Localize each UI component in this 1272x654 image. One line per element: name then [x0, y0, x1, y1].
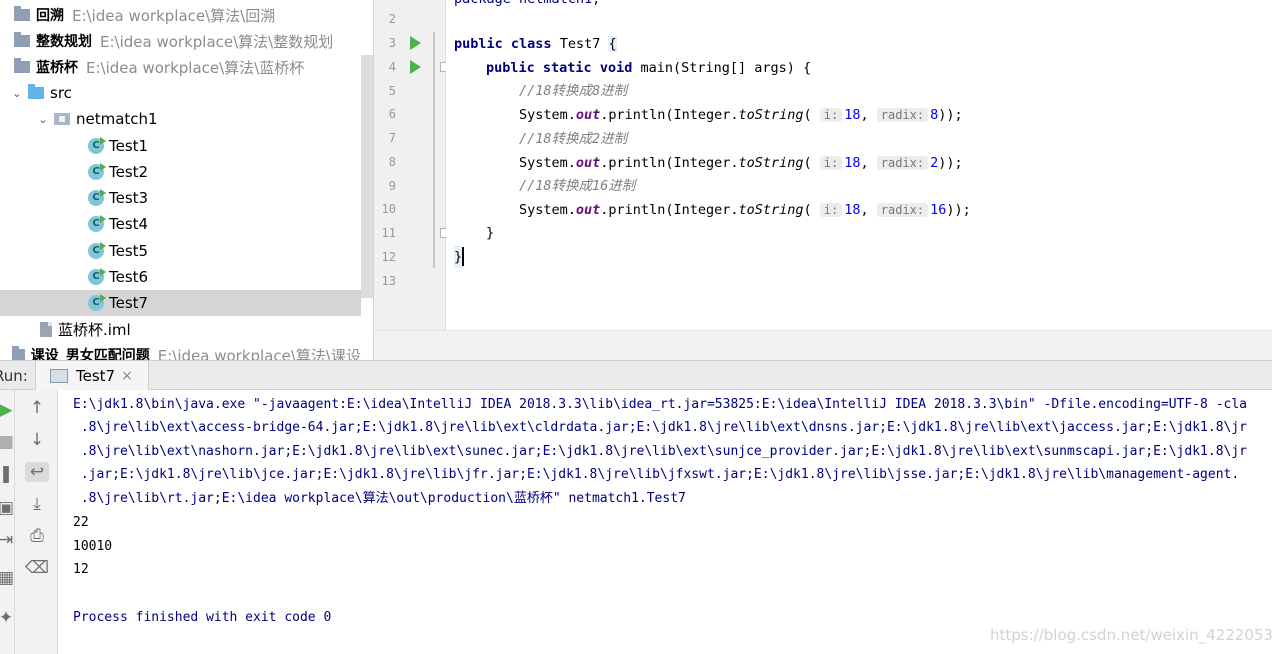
line-number: 13 — [381, 274, 396, 288]
tree-package[interactable]: ⌄ netmatch1 — [0, 106, 361, 132]
code-line-class-decl: public class Test7 { — [454, 36, 617, 52]
java-class-icon: C — [88, 215, 106, 232]
tree-iml-file[interactable]: 蓝桥杯.iml — [0, 316, 361, 342]
run-tool-header — [0, 360, 1272, 390]
code-comment: //18转换成8进制 — [519, 83, 628, 99]
console-command-line: .8\jre\lib\rt.jar;E:\idea workplace\算法\o… — [73, 491, 686, 506]
tree-class-item[interactable]: C Test2 — [0, 159, 361, 185]
run-toolbar-right: ↑ ↓ ↩ ⤓ ⎙ ⌫ — [15, 390, 58, 654]
editor-bottom-bar — [374, 330, 1272, 361]
close-icon[interactable]: × — [121, 368, 133, 384]
tree-class-item[interactable]: C Test5 — [0, 238, 361, 264]
module-folder-icon — [14, 32, 30, 47]
console-tab-icon — [50, 368, 68, 383]
soft-wrap-icon[interactable]: ↩ — [25, 462, 49, 482]
code-line-package: package netmatch1; — [454, 0, 600, 10]
arrow-up-icon[interactable]: ↑ — [25, 398, 49, 418]
print-icon[interactable]: ⎙ — [25, 526, 49, 546]
tree-class-item[interactable]: C Test6 — [0, 264, 361, 290]
java-class-icon: C — [88, 163, 106, 180]
console-output-line: 12 — [73, 562, 89, 577]
console-output-line: 22 — [73, 515, 89, 530]
code-line-main-decl: public static void main(String[] args) { — [486, 60, 812, 76]
arrow-down-icon[interactable]: ↓ — [25, 430, 49, 450]
line-number: 6 — [388, 107, 396, 121]
line-number: 12 — [381, 250, 396, 264]
run-class-icon[interactable] — [410, 36, 421, 50]
line-number: 3 — [388, 36, 396, 50]
module-folder-icon — [11, 346, 25, 360]
line-number: 8 — [388, 155, 396, 169]
watermark: https://blog.csdn.net/weixin_42220532 — [990, 626, 1272, 644]
scroll-to-end-icon[interactable]: ⤓ — [25, 494, 49, 514]
code-line-close-main: } — [486, 225, 495, 241]
console-output[interactable]: E:\jdk1.8\bin\java.exe "-javaagent:E:\id… — [58, 390, 1272, 654]
line-number: 2 — [388, 12, 396, 26]
run-label: Run: — [0, 367, 28, 385]
code-line-println: System.out.println(Integer.toString( i: 1… — [519, 155, 963, 171]
editor-gutter: 2 3 4 5 6 7 8 9 10 11 12 13 — [374, 0, 446, 330]
source-folder-icon — [28, 84, 44, 99]
tree-module-lanqiao[interactable]: 蓝桥杯 E:\idea workplace\算法\蓝桥杯 — [0, 54, 361, 80]
console-finished-line: Process finished with exit code 0 — [73, 610, 332, 625]
line-number: 10 — [381, 202, 396, 216]
code-line-println: System.out.println(Integer.toString( i: 1… — [519, 202, 971, 218]
chevron-down-icon[interactable]: ⌄ — [10, 87, 24, 100]
console-command-line: .jar;E:\jdk1.8\jre\lib\jce.jar;E:\jdk1.8… — [73, 467, 1240, 482]
module-folder-icon — [14, 6, 30, 21]
project-tree-panel: 回溯 E:\idea workplace\算法\回溯 整数规划 E:\idea … — [0, 0, 374, 360]
code-editor[interactable]: package netmatch1; public class Test7 { … — [446, 0, 1272, 330]
console-command-line: .8\jre\lib\ext\access-bridge-64.jar;E:\j… — [73, 420, 1247, 435]
line-number: 7 — [388, 131, 396, 145]
module-folder-icon — [14, 58, 30, 73]
line-number: 9 — [388, 179, 396, 193]
java-class-icon: C — [88, 268, 106, 285]
java-class-icon: C — [88, 137, 106, 154]
tree-module-zhengshu[interactable]: 整数规划 E:\idea workplace\算法\整数规划 — [0, 28, 361, 54]
text-caret — [462, 247, 464, 266]
chevron-down-icon[interactable]: ⌄ — [36, 113, 50, 126]
tree-class-item[interactable]: C Test4 — [0, 211, 361, 237]
console-command-line: E:\jdk1.8\bin\java.exe "-javaagent:E:\id… — [73, 397, 1247, 412]
java-class-icon: C — [88, 294, 106, 311]
tree-class-item[interactable]: C Test3 — [0, 185, 361, 211]
tree-module-huisu[interactable]: 回溯 E:\idea workplace\算法\回溯 — [0, 2, 361, 28]
run-main-icon[interactable] — [410, 60, 421, 74]
code-line-close-class: } — [454, 246, 463, 268]
code-line-println: System.out.println(Integer.toString( i: 1… — [519, 107, 963, 123]
java-class-icon: C — [88, 242, 106, 259]
tree-class-item-selected[interactable]: C Test7 — [0, 290, 361, 316]
console-output-line: 10010 — [73, 539, 113, 554]
line-number: 5 — [388, 84, 396, 98]
tree-module-next[interactable]: 课设_男女匹配问题 E:\idea workplace\算法\课设 — [0, 342, 361, 360]
tree-scrollbar[interactable] — [361, 55, 373, 298]
code-comment: //18转换成16进制 — [519, 178, 636, 194]
tree-src-folder[interactable]: ⌄ src — [0, 80, 361, 106]
trash-icon[interactable]: ⌫ — [25, 558, 49, 578]
console-command-line: .8\jre\lib\ext\nashorn.jar;E:\jdk1.8\jre… — [73, 444, 1247, 459]
line-number: 4 — [388, 60, 396, 74]
brace-guide — [433, 32, 435, 268]
code-comment: //18转换成2进制 — [519, 131, 628, 147]
java-class-icon: C — [88, 189, 106, 206]
line-number: 11 — [381, 226, 396, 240]
package-icon — [54, 113, 70, 125]
iml-file-icon — [40, 321, 52, 337]
tree-class-item[interactable]: C Test1 — [0, 133, 361, 159]
run-tab-test7[interactable]: Test7 × — [35, 361, 149, 390]
run-toolbar-left: ▶ ■ ❚ ▣ ⇥ ▦ ✦ — [0, 390, 15, 654]
